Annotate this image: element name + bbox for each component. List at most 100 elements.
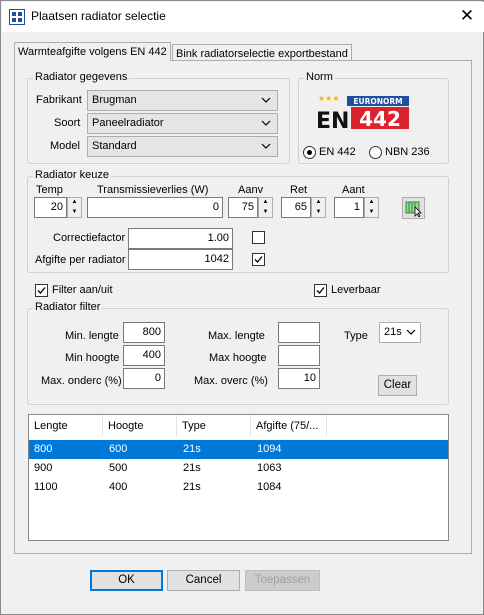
column-header-afgifte[interactable]: Afgifte (75/... <box>251 415 327 437</box>
aant-label: Aant <box>342 184 365 196</box>
chevron-down-icon <box>406 329 416 335</box>
norm-nbn236-label: NBN 236 <box>385 146 430 158</box>
spin-down-icon[interactable]: ▼ <box>68 208 81 217</box>
leverbaar-checkbox[interactable] <box>314 284 327 297</box>
radiator-filter-title: Radiator filter <box>33 301 103 313</box>
model-value: Standard <box>92 140 137 152</box>
temp-spinner[interactable]: ▲ ▼ <box>67 197 82 218</box>
spin-down-icon[interactable]: ▼ <box>259 208 272 217</box>
correctie-label: Correctiefactor <box>53 232 126 244</box>
check-icon <box>316 287 325 294</box>
table-row[interactable]: 900 500 21s 1063 <box>29 459 448 478</box>
ok-button[interactable]: OK <box>90 570 163 591</box>
correctie-input[interactable]: 1.00 <box>128 228 233 249</box>
fabrikant-label: Fabrikant <box>36 94 82 106</box>
type-value: 21s <box>384 326 402 338</box>
check-icon <box>254 256 263 263</box>
model-label: Model <box>50 140 80 152</box>
aant-spinner[interactable]: ▲ ▼ <box>364 197 379 218</box>
cancel-button[interactable]: Cancel <box>167 570 240 591</box>
spin-down-icon[interactable]: ▼ <box>312 208 325 217</box>
min-hoogte-input[interactable]: 400 <box>123 345 165 366</box>
type-select[interactable]: 21s <box>379 322 421 343</box>
spin-up-icon[interactable]: ▲ <box>312 198 325 207</box>
column-header-hoogte[interactable]: Hoogte <box>103 415 177 437</box>
soort-value: Paneelradiator <box>92 117 164 129</box>
max-lengte-label: Max. lengte <box>208 330 265 342</box>
app-icon <box>9 9 25 25</box>
ret-input[interactable]: 65 <box>281 197 311 218</box>
filter-toggle-checkbox[interactable] <box>35 284 48 297</box>
cell-lengte: 900 <box>34 462 53 474</box>
select-radiator-icon <box>405 201 422 217</box>
spin-down-icon[interactable]: ▼ <box>365 208 378 217</box>
aanv-spinner[interactable]: ▲ ▼ <box>258 197 273 218</box>
max-lengte-input[interactable] <box>278 322 320 343</box>
chevron-down-icon <box>261 143 271 149</box>
cell-type: 21s <box>183 443 201 455</box>
logo-num-text: 442 <box>359 107 401 131</box>
ret-label: Ret <box>290 184 308 196</box>
type-label: Type <box>344 330 368 342</box>
fabrikant-select[interactable]: Brugman <box>87 90 278 111</box>
spin-up-icon[interactable]: ▲ <box>68 198 81 207</box>
leverbaar-label: Leverbaar <box>331 284 381 296</box>
aanv-input[interactable]: 75 <box>228 197 258 218</box>
max-hoogte-input[interactable] <box>278 345 320 366</box>
dialog-window: Plaatsen radiator selectie ✕ Warmteafgif… <box>0 0 484 615</box>
temp-label: Temp <box>36 184 63 196</box>
table-row[interactable]: 800 600 21s 1094 <box>29 440 448 459</box>
norm-nbn236-radio[interactable] <box>369 146 382 159</box>
column-header-type[interactable]: Type <box>177 415 251 437</box>
chevron-down-icon <box>261 97 271 103</box>
model-select[interactable]: Standard <box>87 136 278 157</box>
clear-button[interactable]: Clear <box>378 375 417 396</box>
max-overc-input[interactable]: 10 <box>278 368 320 389</box>
max-hoogte-label: Max hoogte <box>209 352 267 364</box>
cell-lengte: 1100 <box>34 481 58 493</box>
trans-label: Transmissieverlies (W) <box>97 184 209 196</box>
results-list[interactable]: Lengte Hoogte Type Afgifte (75/... 800 6… <box>28 414 449 541</box>
cell-hoogte: 600 <box>109 443 128 455</box>
soort-label: Soort <box>54 117 81 129</box>
column-header-lengte[interactable]: Lengte <box>29 415 103 437</box>
cell-afgifte: 1084 <box>257 481 282 493</box>
ret-spinner[interactable]: ▲ ▼ <box>311 197 326 218</box>
norm-en442-label: EN 442 <box>319 146 356 158</box>
afgifte-input[interactable]: 1042 <box>128 249 233 270</box>
soort-select[interactable]: Paneelradiator <box>87 113 278 134</box>
max-onderc-input[interactable]: 0 <box>123 368 165 389</box>
chevron-down-icon <box>261 120 271 126</box>
temp-input[interactable]: 20 <box>34 197 67 218</box>
norm-en442-radio[interactable] <box>303 146 316 159</box>
min-lengte-input[interactable]: 800 <box>123 322 165 343</box>
logo-euronorm-text: EURONORM <box>353 97 402 106</box>
norm-title: Norm <box>304 71 335 83</box>
apply-button[interactable]: Toepassen <box>245 570 320 591</box>
spin-up-icon[interactable]: ▲ <box>259 198 272 207</box>
trans-input[interactable]: 0 <box>87 197 223 218</box>
tab-bink-export[interactable]: Bink radiatorselectie exportbestand <box>172 44 352 61</box>
spin-up-icon[interactable]: ▲ <box>365 198 378 207</box>
correctie-checkbox[interactable] <box>252 231 265 244</box>
min-lengte-label: Min. lengte <box>65 330 119 342</box>
cell-afgifte: 1063 <box>257 462 282 474</box>
afgifte-checkbox[interactable] <box>252 253 265 266</box>
check-icon <box>37 287 46 294</box>
min-hoogte-label: Min hoogte <box>65 352 120 364</box>
select-radiator-button[interactable] <box>402 197 425 219</box>
max-overc-label: Max. overc (%) <box>194 375 268 387</box>
fabrikant-value: Brugman <box>92 94 137 106</box>
cell-type: 21s <box>183 462 201 474</box>
aanv-label: Aanv <box>238 184 264 196</box>
table-row[interactable]: 1100 400 21s 1084 <box>29 478 448 497</box>
en442-logo: ★★★ EURONORM EN 442 <box>315 93 411 134</box>
radiator-keuze-title: Radiator keuze <box>33 169 111 181</box>
cell-afgifte: 1094 <box>257 443 282 455</box>
cell-hoogte: 400 <box>109 481 128 493</box>
aant-input[interactable]: 1 <box>334 197 364 218</box>
svg-text:★★★: ★★★ <box>318 94 340 103</box>
close-icon[interactable]: ✕ <box>453 4 481 28</box>
cell-lengte: 800 <box>34 443 53 455</box>
tab-warmteafgifte[interactable]: Warmteafgifte volgens EN 442 <box>14 42 171 61</box>
